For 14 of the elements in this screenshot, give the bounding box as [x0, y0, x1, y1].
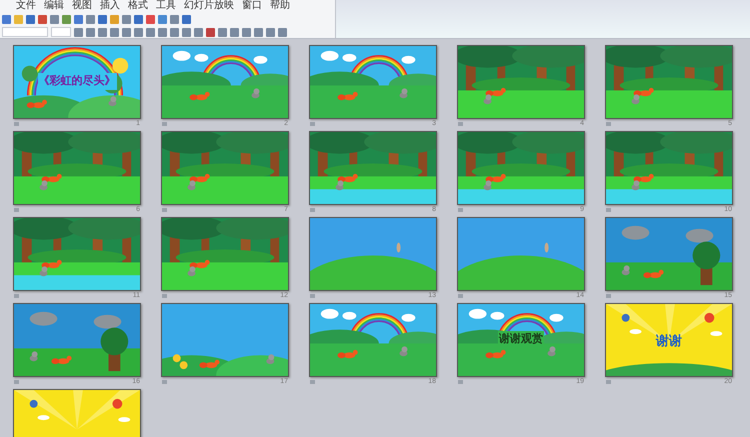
slide-thumbnail[interactable]: 谢谢	[605, 303, 733, 377]
menu-item[interactable]: 工具	[156, 0, 176, 12]
slide-thumbnail[interactable]: 《彩虹的尽头》	[13, 45, 141, 119]
slide-title: 谢谢	[656, 332, 682, 350]
font-size-field[interactable]	[51, 27, 71, 37]
font-name-field[interactable]	[2, 27, 48, 37]
menu-item[interactable]: 幻灯片放映	[184, 0, 234, 12]
slide-thumbnail[interactable]: 谢谢观赏	[457, 303, 585, 377]
menu-item[interactable]: 视图	[72, 0, 92, 12]
menu-item[interactable]: 插入	[100, 0, 120, 12]
menu-item[interactable]: 帮助	[270, 0, 290, 12]
menu-item[interactable]: 格式	[128, 0, 148, 12]
menu-item[interactable]: 编辑	[44, 0, 64, 12]
slide-title: 《彩虹的尽头》	[38, 73, 116, 90]
